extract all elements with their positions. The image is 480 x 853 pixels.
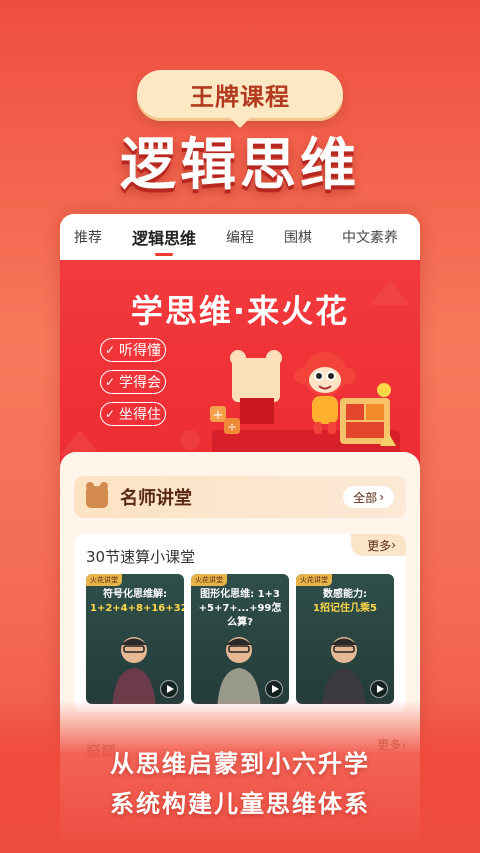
play-icon[interactable] (370, 680, 388, 698)
tab-go[interactable]: 围棋 (284, 227, 312, 247)
benefit-pill: ✓ 听得懂 (100, 338, 166, 362)
video-title: 符号化思维解: 1+2+4+8+16+32 (90, 589, 184, 614)
svg-text:÷: ÷ (227, 420, 237, 434)
famous-teacher-header: 名师讲堂 全部 › (74, 476, 406, 518)
banner-title: 学思维·来火花 (130, 292, 350, 330)
teacher-photo (112, 637, 156, 704)
play-icon[interactable] (160, 680, 178, 698)
check-icon: ✓ (104, 407, 116, 421)
tab-chinese-literacy[interactable]: 中文素养 (342, 227, 398, 247)
category-tabs: 推荐 逻辑思维 编程 围棋 中文素养 (60, 214, 420, 260)
tab-programming[interactable]: 编程 (226, 227, 254, 247)
video-title: 图形化思维: 1+3 +5+7+...+99怎么算? (198, 589, 282, 628)
video-card[interactable]: 火花讲堂 图形化思维: 1+3 +5+7+...+99怎么算? (191, 574, 289, 704)
video-tag: 火花讲堂 (191, 574, 227, 586)
view-all-button[interactable]: 全部 › (343, 486, 394, 508)
bear-board-icon: + ÷ (210, 350, 282, 434)
promo-badge: 王牌课程 (137, 70, 343, 128)
chevron-right-icon: › (391, 538, 396, 552)
check-icon: ✓ (104, 375, 116, 389)
tab-logic-thinking[interactable]: 逻辑思维 (132, 225, 196, 256)
teacher-photo (217, 637, 261, 704)
puzzle-icon (340, 383, 396, 446)
check-icon: ✓ (104, 343, 116, 357)
caption-line-1: 从思维启蒙到小六升学 (110, 750, 370, 778)
play-icon[interactable] (265, 680, 283, 698)
chevron-right-icon: › (379, 490, 384, 504)
svg-text:+: + (213, 408, 224, 423)
video-card[interactable]: 火花讲堂 符号化思维解: 1+2+4+8+16+32 (86, 574, 184, 704)
tab-recommend[interactable]: 推荐 (74, 227, 102, 247)
video-tag: 火花讲堂 (86, 574, 122, 586)
video-card[interactable]: 火花讲堂 数感能力: 1招记住几乘5 (296, 574, 394, 704)
video-tag: 火花讲堂 (296, 574, 332, 586)
section-title: 名师讲堂 (120, 488, 192, 509)
benefit-pill: ✓ 学得会 (100, 370, 166, 394)
caption-line-2: 系统构建儿童思维体系 (110, 790, 370, 818)
benefit-pill: ✓ 坐得住 (100, 402, 166, 426)
teacher-photo (322, 637, 366, 704)
promo-banner[interactable]: 学思维·来火花 ✓ 听得懂 ✓ 学得会 ✓ 坐得住 + ÷ (60, 260, 420, 475)
video-title: 数感能力: 1招记住几乘5 (313, 589, 377, 614)
list-title: 30节速算小课堂 (86, 548, 196, 566)
more-button[interactable]: 更多› (351, 534, 406, 556)
promo-title: 逻辑思维 (120, 133, 360, 198)
video-list-card: 30节速算小课堂 更多› 火花讲堂 符号化思维解: 1+2+4+8+16+32 (74, 534, 406, 712)
bear-icon (86, 482, 108, 508)
